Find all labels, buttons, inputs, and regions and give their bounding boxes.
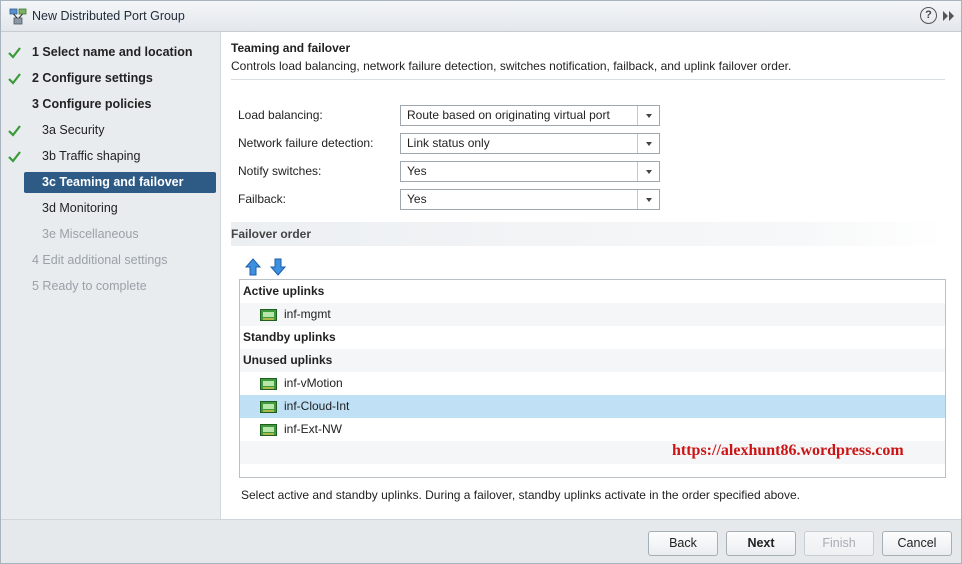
title-bar: New Distributed Port Group ? [1, 1, 961, 32]
notify-switches-select[interactable]: Yes [400, 161, 660, 182]
check-icon [8, 47, 21, 59]
arrow-up-icon[interactable] [245, 258, 261, 276]
cancel-button[interactable]: Cancel [882, 531, 952, 556]
step-select-name-location[interactable]: 1 Select name and location [24, 42, 216, 63]
network-adapter-icon [260, 401, 277, 413]
chevron-down-icon[interactable] [637, 190, 659, 209]
chevron-down-icon[interactable] [637, 134, 659, 153]
step-ready-to-complete: 5 Ready to complete [32, 279, 147, 293]
uplink-label: inf-Cloud-Int [284, 399, 350, 413]
distributed-port-group-icon [9, 8, 27, 25]
step-configure-policies[interactable]: 3 Configure policies [24, 94, 216, 115]
group-active-uplinks: Active uplinks [243, 284, 325, 298]
group-standby-uplinks: Standby uplinks [243, 330, 336, 344]
list-item[interactable]: inf-mgmt [240, 303, 945, 326]
notify-switches-value: Yes [407, 164, 427, 178]
divider [231, 79, 945, 80]
next-button[interactable]: Next [726, 531, 796, 556]
check-icon [8, 73, 21, 85]
dialog-title: New Distributed Port Group [32, 9, 185, 23]
step-edit-additional-settings: 4 Edit additional settings [32, 253, 168, 267]
finish-button: Finish [804, 531, 874, 556]
check-icon [8, 151, 21, 163]
step-security[interactable]: 3a Security [24, 120, 216, 141]
failback-label: Failback: [238, 192, 287, 206]
notify-switches-label: Notify switches: [238, 164, 322, 178]
uplink-label: inf-mgmt [284, 307, 331, 321]
list-item[interactable]: inf-Ext-NW [240, 418, 945, 441]
failure-detection-value: Link status only [407, 136, 490, 150]
watermark: https://alexhunt86.wordpress.com [672, 442, 904, 459]
step-traffic-shaping[interactable]: 3b Traffic shaping [24, 146, 216, 167]
section-description: Controls load balancing, network failure… [231, 59, 792, 73]
failback-select[interactable]: Yes [400, 189, 660, 210]
help-icon[interactable]: ? [920, 7, 937, 24]
chevron-down-icon[interactable] [637, 106, 659, 125]
network-adapter-icon [260, 378, 277, 390]
back-button[interactable]: Back [648, 531, 718, 556]
chevron-down-icon[interactable] [637, 162, 659, 181]
load-balancing-select[interactable]: Route based on originating virtual port [400, 105, 660, 126]
failover-order-title: Failover order [231, 227, 312, 241]
network-adapter-icon [260, 424, 277, 436]
list-item-selected[interactable]: inf-Cloud-Int [240, 395, 945, 418]
failback-value: Yes [407, 192, 427, 206]
arrow-down-icon[interactable] [270, 258, 286, 276]
wizard-steps-sidebar: 1 Select name and location 2 Configure s… [1, 32, 221, 519]
step-miscellaneous: 3e Miscellaneous [42, 227, 139, 241]
expand-icon[interactable] [942, 10, 956, 22]
group-unused-uplinks: Unused uplinks [240, 349, 945, 372]
list-item[interactable]: inf-vMotion [240, 372, 945, 395]
main-content: Teaming and failover Controls load balan… [222, 32, 961, 519]
failure-detection-label: Network failure detection: [238, 136, 374, 150]
load-balancing-label: Load balancing: [238, 108, 323, 122]
network-adapter-icon [260, 309, 277, 321]
section-title: Teaming and failover [231, 41, 351, 55]
step-monitoring[interactable]: 3d Monitoring [24, 198, 216, 219]
uplink-label: inf-vMotion [284, 376, 343, 390]
uplink-label: inf-Ext-NW [284, 422, 342, 436]
dialog-window: New Distributed Port Group ? 1 Select na… [0, 0, 962, 564]
check-icon [8, 125, 21, 137]
failure-detection-select[interactable]: Link status only [400, 133, 660, 154]
dialog-footer: Back Next Finish Cancel [1, 519, 961, 563]
step-configure-settings[interactable]: 2 Configure settings [24, 68, 216, 89]
failover-order-header: Failover order [231, 222, 945, 246]
step-teaming-failover[interactable]: 3c Teaming and failover [24, 172, 216, 193]
load-balancing-value: Route based on originating virtual port [407, 108, 610, 122]
failover-hint: Select active and standby uplinks. Durin… [241, 488, 800, 502]
